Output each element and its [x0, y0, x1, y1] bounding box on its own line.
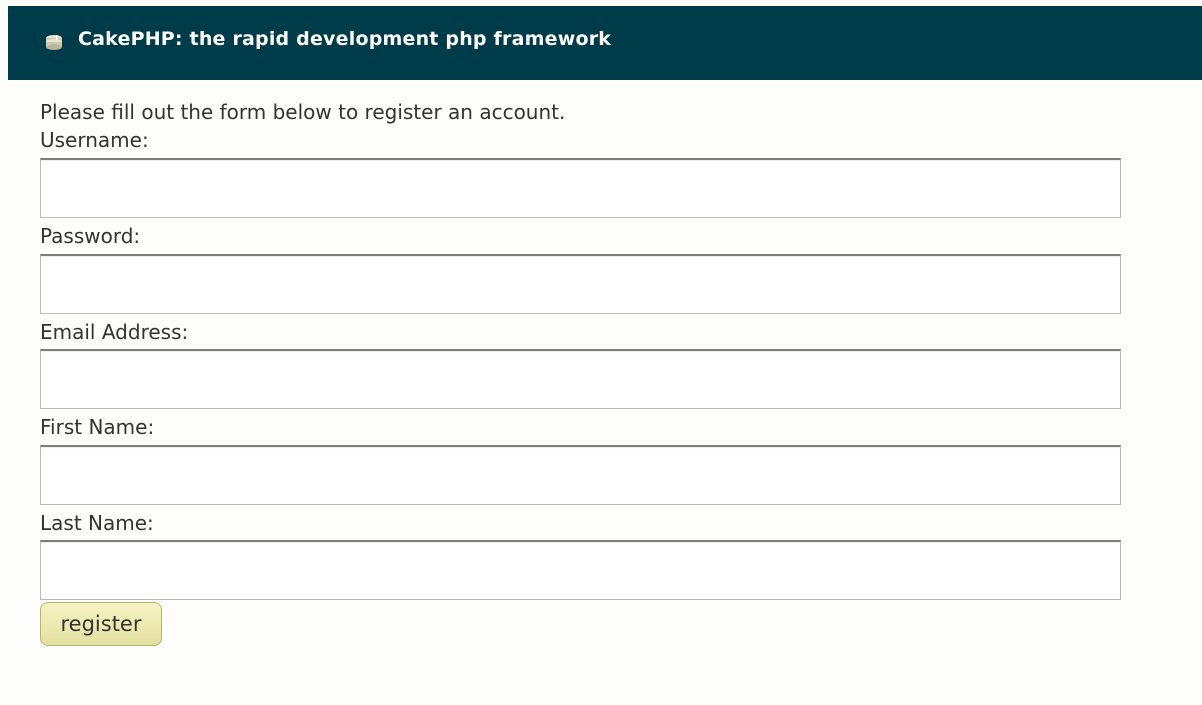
- last-name-input[interactable]: [40, 540, 1121, 600]
- email-label: Email Address:: [40, 320, 189, 344]
- username-input[interactable]: [40, 158, 1121, 218]
- register-button[interactable]: register: [40, 602, 162, 646]
- form-intro: Please fill out the form below to regist…: [40, 100, 566, 124]
- password-label: Password:: [40, 224, 141, 248]
- header-bar: CakePHP: the rapid development php frame…: [8, 6, 1202, 80]
- first-name-label: First Name:: [40, 415, 155, 439]
- last-name-label: Last Name:: [40, 511, 154, 535]
- first-name-input[interactable]: [40, 445, 1121, 505]
- page: CakePHP: the rapid development php frame…: [0, 0, 1202, 705]
- password-input[interactable]: [40, 254, 1121, 314]
- app-title: CakePHP: the rapid development php frame…: [78, 28, 612, 50]
- cake-icon: [44, 34, 64, 52]
- username-label: Username:: [40, 128, 149, 152]
- email-input[interactable]: [40, 349, 1121, 409]
